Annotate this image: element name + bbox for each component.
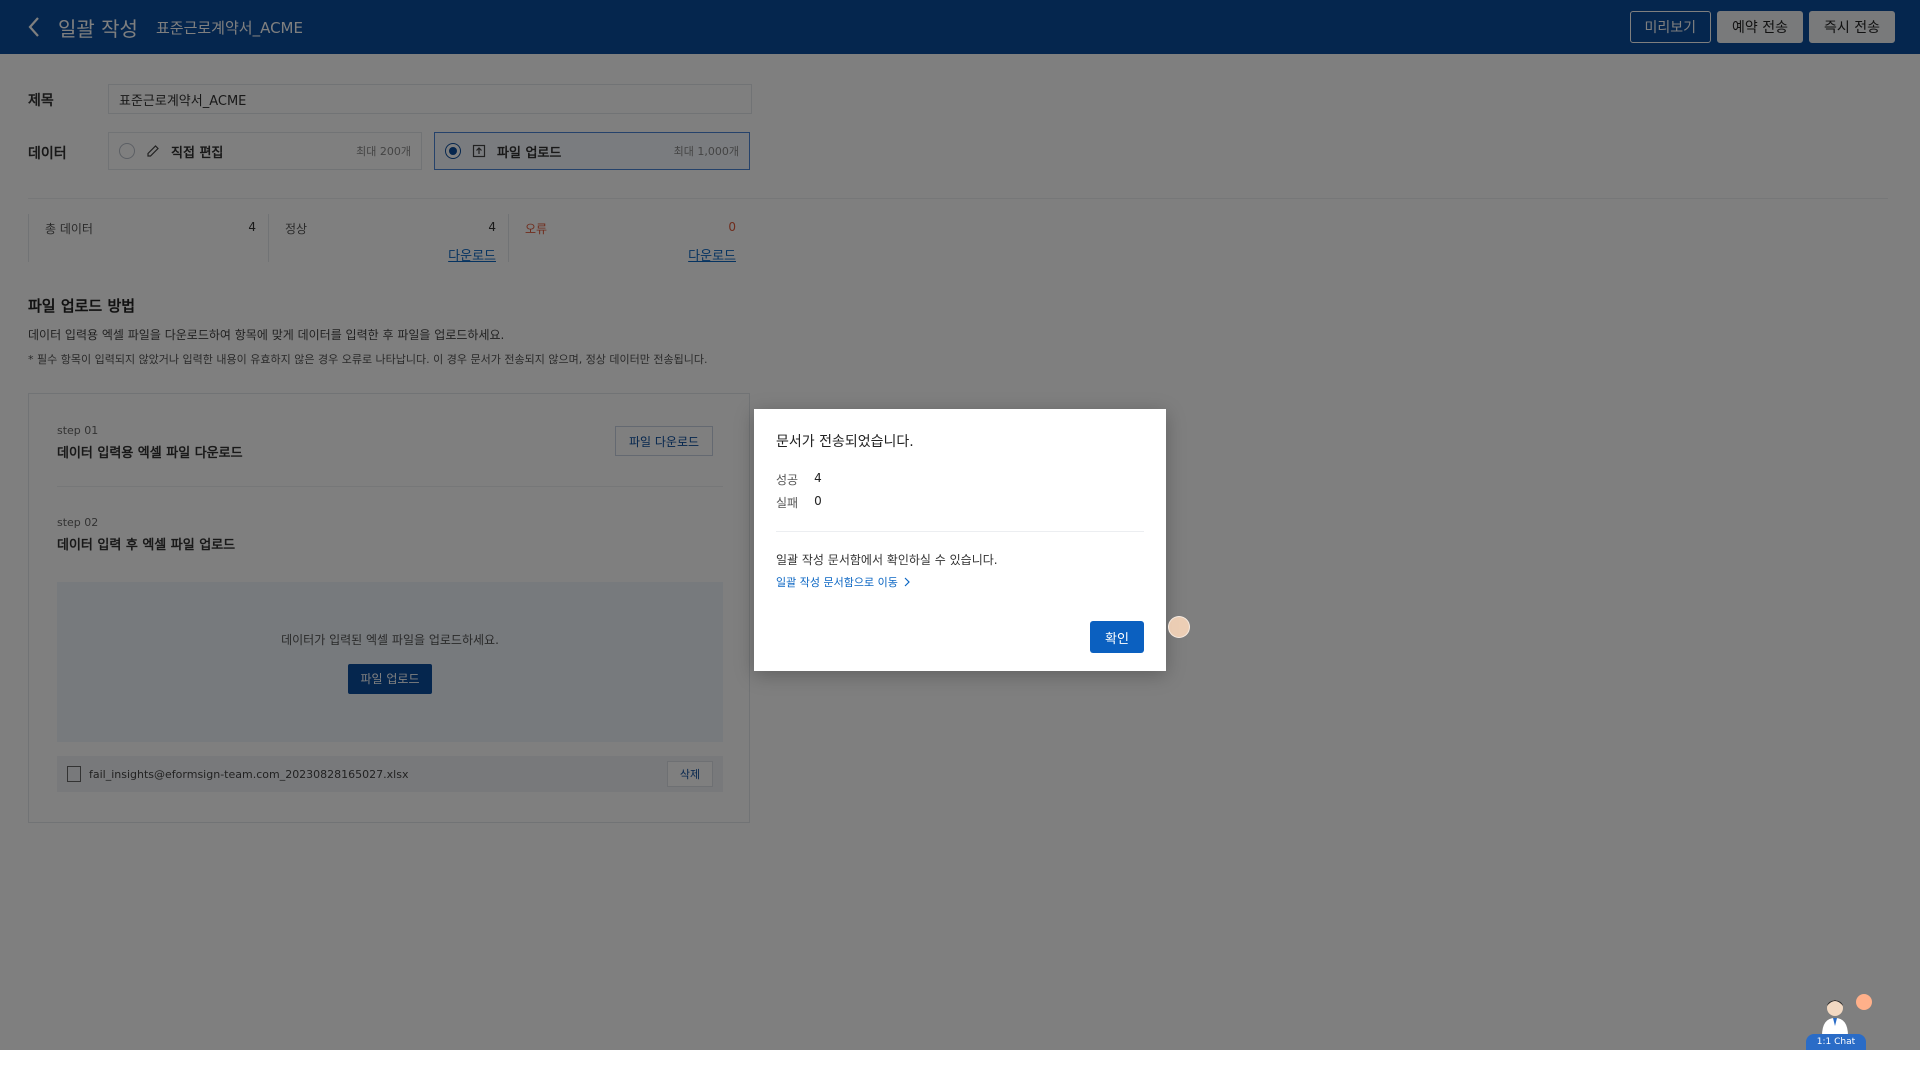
- dialog-success-label: 성공: [776, 473, 799, 487]
- dialog-fail-label: 실패: [776, 496, 799, 510]
- confirm-button[interactable]: 확인: [1090, 621, 1144, 653]
- chat-avatar-icon: [1822, 1000, 1848, 1036]
- dialog-message: 일괄 작성 문서함에서 확인하실 수 있습니다.: [776, 553, 998, 567]
- chat-label: 1:1 Chat: [1806, 1034, 1866, 1050]
- dialog-fail-row: 실패 0: [776, 494, 822, 511]
- chevron-right-icon: [904, 577, 910, 587]
- dialog-success-row: 성공 4: [776, 471, 822, 488]
- dialog-success-value: 4: [814, 471, 822, 485]
- mouse-cursor-indicator: [1168, 616, 1190, 638]
- footer-strip: [0, 1050, 1920, 1080]
- dialog-title: 문서가 전송되었습니다.: [776, 434, 914, 450]
- dialog-divider: [776, 531, 1144, 532]
- chat-notification-dot: [1856, 994, 1872, 1010]
- go-to-bulk-box-label: 일괄 작성 문서함으로 이동: [776, 576, 898, 589]
- chat-widget[interactable]: 1:1 Chat: [1800, 990, 1872, 1050]
- go-to-bulk-box-link[interactable]: 일괄 작성 문서함으로 이동: [776, 574, 910, 590]
- sent-confirmation-dialog: 문서가 전송되었습니다. 성공 4 실패 0 일괄 작성 문서함에서 확인하실 …: [754, 409, 1166, 671]
- dialog-fail-value: 0: [814, 494, 822, 508]
